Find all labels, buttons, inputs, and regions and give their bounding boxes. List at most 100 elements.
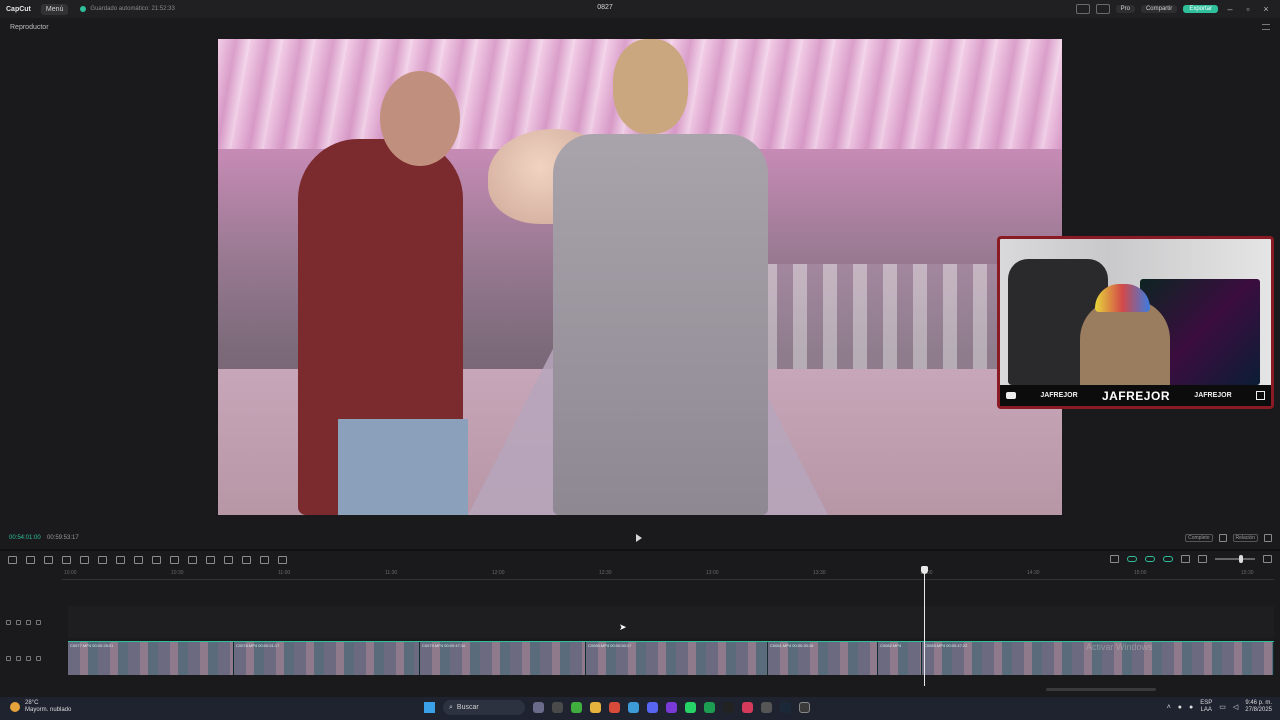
track-cover-icon[interactable] [36, 655, 41, 661]
player-header: Reproductor [0, 18, 1280, 38]
track-audio-icon[interactable] [26, 619, 31, 625]
track-visibility-icon[interactable] [16, 655, 21, 661]
timeline-clip[interactable]: C0078.MP4 00:00:51:17 [234, 642, 420, 675]
ai-icon[interactable] [278, 556, 287, 564]
link-main-track-icon[interactable] [1127, 556, 1137, 562]
chrome-icon[interactable] [609, 702, 620, 713]
taskbar-search[interactable]: ⌕ Buscar [443, 700, 525, 715]
magnet-icon[interactable] [1145, 556, 1155, 562]
split-icon[interactable] [62, 556, 71, 564]
ruler-tick: 14:30 [1027, 570, 1040, 576]
titlebar-actions: Pro Compartir Exportar – ▫ × [1075, 2, 1280, 16]
undo-icon[interactable] [26, 556, 35, 564]
fullscreen-icon[interactable] [1264, 534, 1272, 542]
full-quality-button[interactable]: Completo [1185, 534, 1213, 542]
timeline-clip[interactable]: C0079.MP4 00:00:47:10 [420, 642, 586, 675]
close-icon[interactable]: × [1260, 4, 1272, 14]
network-icon[interactable]: ▭ [1219, 703, 1226, 711]
link-icon[interactable] [1163, 556, 1173, 562]
timeline-scrollbar[interactable] [1046, 688, 1156, 691]
project-name[interactable]: 0827 [590, 4, 620, 11]
track-more-icon[interactable] [36, 619, 41, 625]
track-lock-icon[interactable] [6, 619, 11, 625]
screen-icon[interactable] [1095, 4, 1110, 14]
timeline-toolbar-right [1110, 555, 1272, 563]
xbox-icon[interactable] [571, 702, 582, 713]
minimize-icon[interactable]: – [1224, 4, 1236, 14]
app-logo: CapCut [6, 5, 31, 13]
pro-button[interactable]: Pro [1115, 5, 1135, 13]
obs-icon[interactable] [666, 702, 677, 713]
crop-tool-icon[interactable] [152, 556, 161, 564]
app-icon[interactable] [761, 702, 772, 713]
mask-icon[interactable] [134, 556, 143, 564]
microphone-icon[interactable] [1110, 555, 1119, 563]
track-audio-icon[interactable] [26, 655, 31, 661]
volume-icon[interactable]: ◁ [1233, 703, 1238, 711]
autosave-status: Guardado automático: 21:52:33 [80, 6, 175, 12]
capcut-icon[interactable] [723, 702, 734, 713]
tray-chevron-icon[interactable]: ˄ [1167, 704, 1171, 711]
discord-icon[interactable] [647, 702, 658, 713]
zoom-out-icon[interactable] [1198, 555, 1207, 563]
crop-icon[interactable] [1218, 534, 1227, 542]
play-button[interactable] [636, 534, 642, 542]
webcam-name-center: JAFREJOR [1101, 388, 1170, 403]
desktop-icon[interactable] [552, 702, 563, 713]
freeze-icon[interactable] [188, 556, 197, 564]
timeline-clip[interactable]: C0077.MP4 00:00:28:01 [68, 642, 234, 675]
weather-description: Mayorm. nublado [25, 707, 72, 713]
tiktok-icon[interactable] [742, 702, 753, 713]
redo-icon[interactable] [44, 556, 53, 564]
zoom-in-icon[interactable] [1263, 555, 1272, 563]
task-view-icon[interactable] [533, 702, 544, 713]
scene-person-grey-suit [553, 134, 768, 515]
playhead-line[interactable] [924, 566, 925, 686]
timeline-clip[interactable]: C0082.MP4 [878, 642, 922, 675]
windows-start-icon[interactable] [424, 702, 435, 713]
subtitle-icon[interactable] [242, 556, 251, 564]
file-explorer-icon[interactable] [590, 702, 601, 713]
capcut-active-icon[interactable] [799, 702, 810, 713]
ratio-button[interactable]: Relación [1232, 534, 1258, 542]
player-menu-icon[interactable] [1262, 24, 1270, 30]
timeline-ruler[interactable]: 10:00 10:30 11:00 11:30 12:00 12:30 13:00 13:30… [62, 568, 1274, 580]
zoom-slider[interactable] [1215, 555, 1255, 563]
select-tool-icon[interactable] [8, 556, 17, 564]
split-left-icon[interactable] [80, 556, 89, 564]
layout-icon[interactable] [1075, 4, 1090, 14]
split-right-icon[interactable] [98, 556, 107, 564]
video-preview[interactable] [218, 39, 1062, 515]
maximize-icon[interactable]: ▫ [1242, 4, 1254, 14]
delete-icon[interactable] [116, 556, 125, 564]
ruler-tick: 13:30 [813, 570, 826, 576]
keyboard-language[interactable]: ESP LAA [1200, 700, 1212, 714]
zoom-slider-knob[interactable] [1239, 555, 1243, 563]
timeline-clip[interactable]: C0081.MP4 00:00:30:16 [768, 642, 878, 675]
share-button[interactable]: Compartir [1140, 5, 1178, 13]
panel-divider[interactable] [0, 549, 1280, 551]
autosave-check-icon [80, 6, 87, 12]
webcam-overlay: JAFREJOR JAFREJOR JAFREJOR [997, 236, 1274, 409]
export-button[interactable]: Exportar [1183, 5, 1218, 13]
edge-icon[interactable] [628, 702, 639, 713]
taskbar-clock[interactable]: 9:46 p. m. 27/8/2025 [1245, 700, 1272, 714]
mirror-icon[interactable] [206, 556, 215, 564]
preview-axis-icon[interactable] [1181, 555, 1190, 563]
timeline-clip[interactable]: C0080.MP4 00:00:50:17 [586, 642, 768, 675]
excel-icon[interactable] [704, 702, 715, 713]
tray-mic-icon[interactable]: ● [1178, 704, 1182, 711]
steam-icon[interactable] [780, 702, 791, 713]
screenshot-icon[interactable] [260, 556, 269, 564]
track-visibility-icon[interactable] [16, 619, 21, 625]
playhead-handle[interactable] [921, 566, 928, 574]
track-lock-icon[interactable] [6, 655, 11, 661]
magic-icon[interactable] [224, 556, 233, 564]
overlay-track[interactable] [68, 606, 1274, 638]
color-icon[interactable] [170, 556, 179, 564]
whatsapp-icon[interactable] [685, 702, 696, 713]
menu-button[interactable]: Menú [40, 3, 69, 15]
ruler-tick: 11:30 [385, 570, 398, 576]
tray-app-icon[interactable]: ● [1189, 704, 1193, 711]
weather-widget[interactable]: 28°C Mayorm. nublado [10, 700, 71, 714]
